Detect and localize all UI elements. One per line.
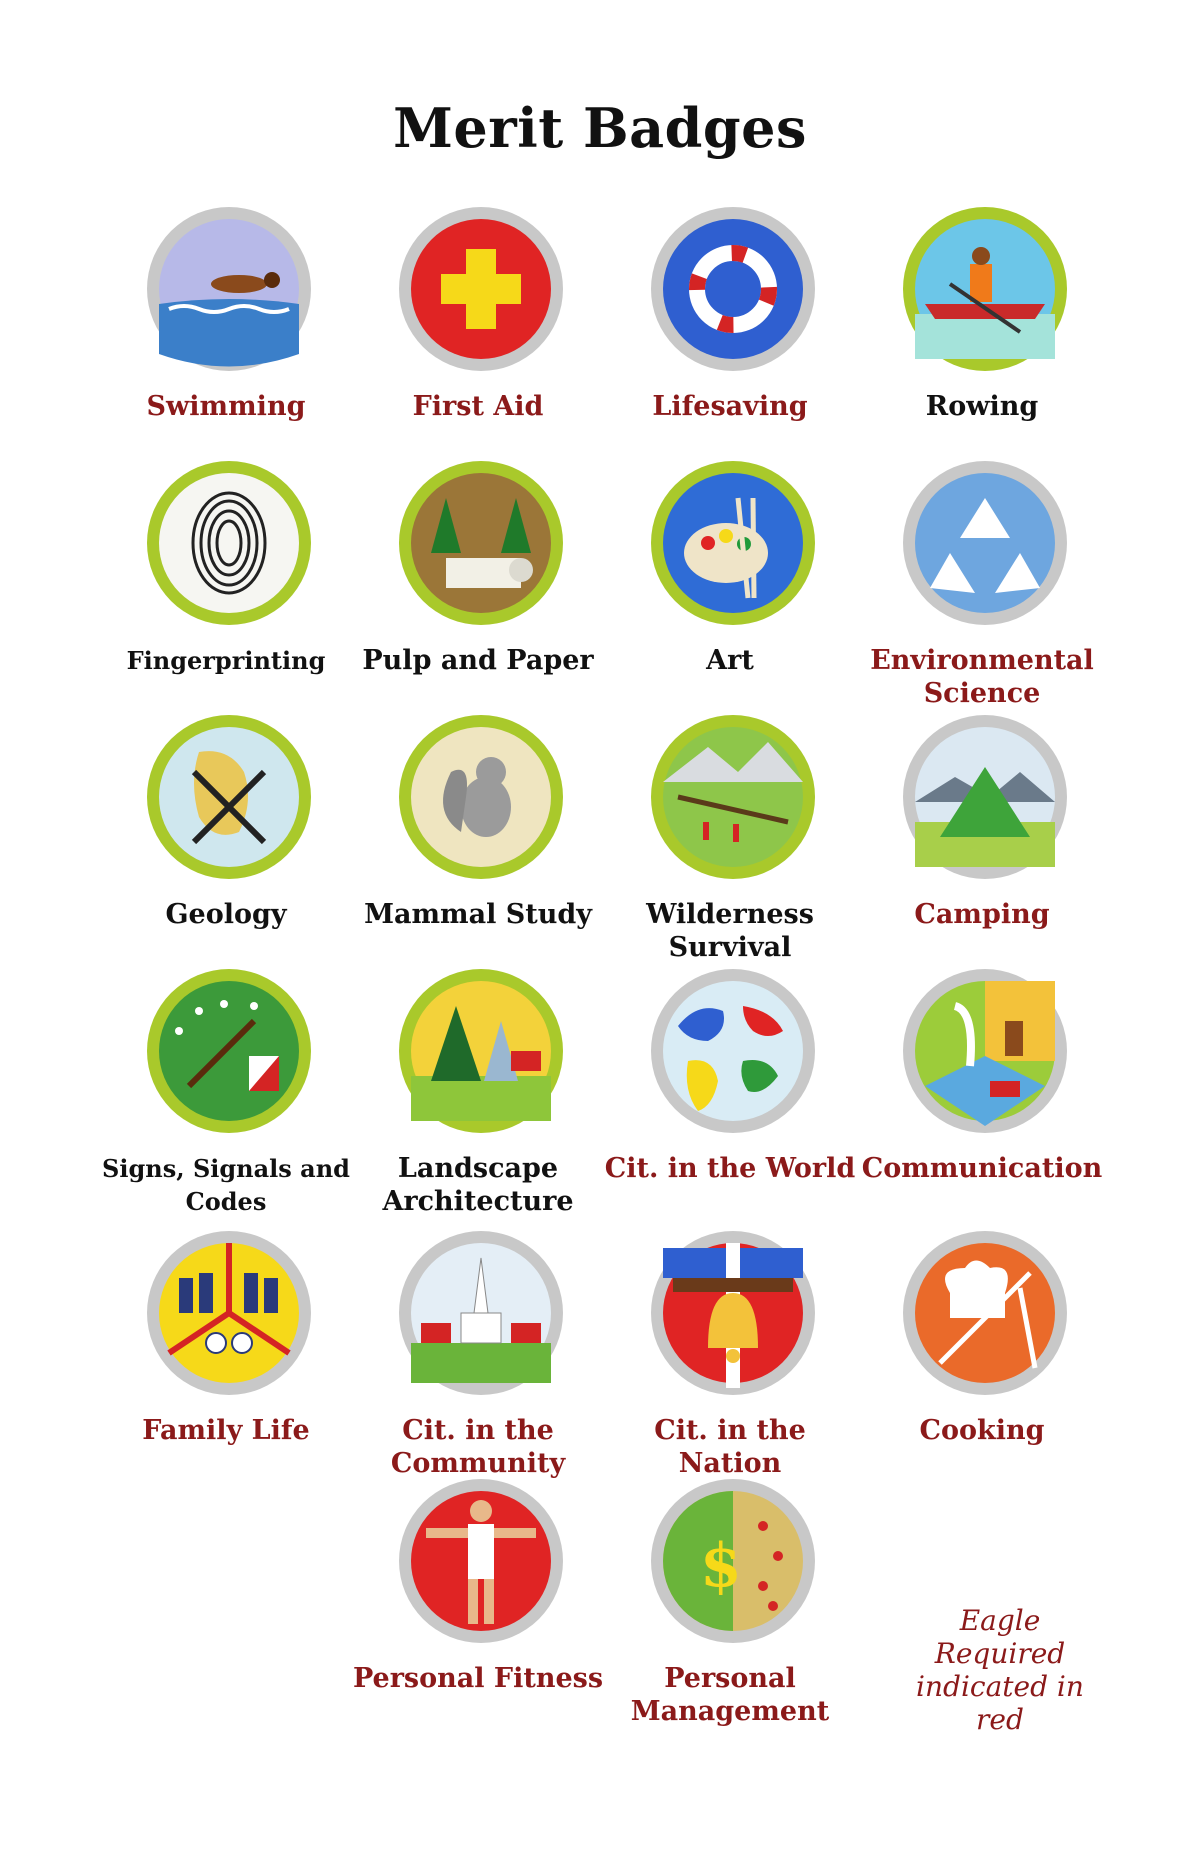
badge-label: Cit. in the Nation (654, 1415, 806, 1479)
palette-brushes-icon (648, 458, 818, 628)
liberty-bell-icon (648, 1228, 818, 1398)
badge-label: First Aid (412, 391, 544, 422)
badge-cooking: Cooking (852, 1228, 1092, 1498)
trees-paper-roll-icon (396, 458, 566, 628)
badge-family-life: Family Life (96, 1228, 336, 1498)
family-icon (144, 1228, 314, 1398)
badge-cit-in-the-world: Cit. in the World (600, 966, 855, 1236)
badge-label: Family Life (142, 1415, 310, 1446)
badge-label: Personal Management (630, 1663, 830, 1727)
badge-label: Mammal Study (364, 899, 592, 930)
rock-hammers-icon (144, 712, 314, 882)
badge-label: Communication (861, 1153, 1103, 1184)
badge-geology: Geology (96, 712, 336, 982)
badge-label: Pulp and Paper (362, 645, 594, 676)
page-title: Merit Badges (393, 96, 807, 160)
badge-label: Personal Fitness (352, 1663, 604, 1694)
badge-cit-in-the-nation: Cit. in the Nation (600, 1228, 840, 1498)
badge-camping: Camping (852, 712, 1092, 982)
badge-label: Swimming (146, 391, 306, 422)
rower-icon (900, 204, 1070, 374)
semaphore-flag-icon (144, 966, 314, 1136)
badge-label: Geology (165, 899, 287, 930)
badge-personal-fitness: Personal Fitness (348, 1476, 603, 1746)
eagle-required-note: Eagle Required indicated in red (916, 1604, 1084, 1736)
badge-label: Landscape Architecture (382, 1153, 574, 1217)
life-ring-icon (648, 204, 818, 374)
badge-signs-signals-codes: Signs, Signals and Codes (96, 966, 350, 1236)
badge-first-aid: First Aid (348, 204, 588, 474)
badge-lifesaving: Lifesaving (600, 204, 840, 474)
badge-environmental-science: Environmental Science (852, 458, 1094, 728)
badge-landscape-architecture: Landscape Architecture (348, 966, 588, 1236)
badge-fingerprinting: Fingerprinting (96, 458, 336, 728)
badge-rowing: Rowing (852, 204, 1092, 474)
red-cross-icon (396, 204, 566, 374)
badge-swimming: Swimming (96, 204, 336, 474)
badge-cit-in-the-community: Cit. in the Community (348, 1228, 588, 1498)
badge-label: Cooking (919, 1415, 1045, 1446)
globe-icon (648, 966, 818, 1136)
recycle-icon (900, 458, 1070, 628)
chef-hat-utensils-icon (900, 1228, 1070, 1398)
town-hall-icon (396, 1228, 566, 1398)
badge-communication: Communication (852, 966, 1102, 1236)
quill-phone-icon (900, 966, 1070, 1136)
badge-label: Cit. in the World (604, 1153, 856, 1184)
badge-pulp-and-paper: Pulp and Paper (348, 458, 594, 728)
badge-label: Rowing (925, 391, 1039, 422)
svg-text:$: $ (700, 1531, 742, 1601)
squirrel-icon (396, 712, 566, 882)
badge-wilderness-survival: Wilderness Survival (600, 712, 840, 982)
badge-art: Art (600, 458, 840, 728)
badge-label: Art (706, 645, 754, 676)
athlete-icon (396, 1476, 566, 1646)
tent-icon (900, 712, 1070, 882)
swimmer-icon (144, 204, 314, 374)
badge-label: Signs, Signals and Codes (102, 1154, 350, 1216)
badge-personal-management: $ Personal Management (600, 1476, 840, 1746)
badge-label: Wilderness Survival (646, 899, 814, 963)
fingerprint-icon (144, 458, 314, 628)
badge-mammal-study: Mammal Study (348, 712, 592, 982)
shelter-landscape-icon (648, 712, 818, 882)
badge-label: Environmental Science (870, 645, 1094, 709)
landscape-trees-icon (396, 966, 566, 1136)
badge-label: Lifesaving (652, 391, 808, 422)
badge-label: Camping (914, 899, 1050, 930)
badge-label: Cit. in the Community (390, 1415, 566, 1479)
dollar-sign-icon: $ (648, 1476, 818, 1646)
badge-label: Fingerprinting (126, 646, 326, 675)
